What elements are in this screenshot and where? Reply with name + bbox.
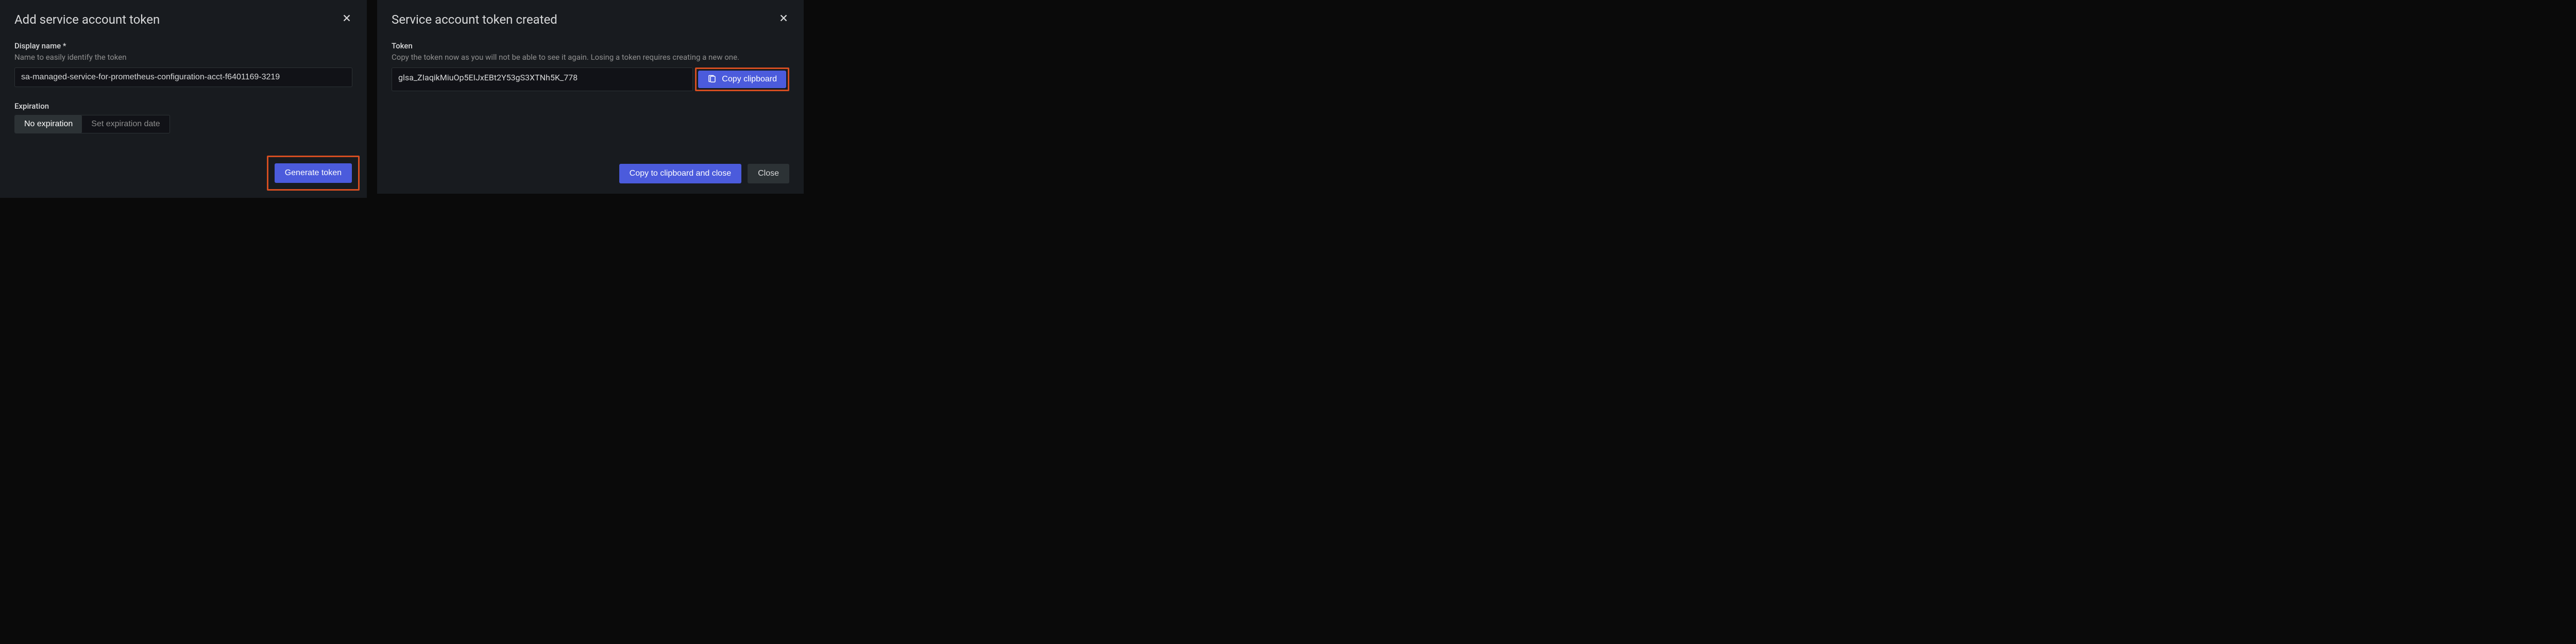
copy-clipboard-button[interactable]: Copy clipboard bbox=[698, 71, 786, 88]
expiration-option-date[interactable]: Set expiration date bbox=[82, 115, 169, 133]
close-button[interactable] bbox=[776, 10, 791, 27]
copy-and-close-button[interactable]: Copy to clipboard and close bbox=[619, 164, 741, 183]
display-name-label: Display name * bbox=[14, 41, 352, 50]
close-button[interactable] bbox=[339, 10, 354, 27]
display-name-section: Display name * Name to easily identify t… bbox=[14, 41, 352, 97]
add-token-modal: Add service account token Display name *… bbox=[0, 0, 367, 198]
close-icon bbox=[341, 12, 352, 24]
expiration-toggle: No expiration Set expiration date bbox=[14, 115, 170, 133]
display-name-help: Name to easily identify the token bbox=[14, 52, 352, 63]
expiration-label: Expiration bbox=[14, 101, 352, 111]
token-label: Token bbox=[392, 41, 789, 50]
modal-title: Add service account token bbox=[14, 12, 352, 27]
token-section: Token Copy the token now as you will not… bbox=[392, 41, 789, 91]
display-name-input[interactable] bbox=[14, 67, 352, 87]
copy-highlight: Copy clipboard bbox=[695, 67, 789, 91]
clipboard-icon bbox=[707, 75, 717, 84]
modal-footer: Copy to clipboard and close Close bbox=[619, 164, 789, 183]
token-row: glsa_ZIaqikMiuOp5EIJxEBt2Y53gS3XTNh5K_77… bbox=[392, 67, 789, 91]
modal-title: Service account token created bbox=[392, 12, 789, 27]
token-created-modal: Service account token created Token Copy… bbox=[377, 0, 804, 194]
copy-clipboard-label: Copy clipboard bbox=[722, 75, 777, 84]
token-help: Copy the token now as you will not be ab… bbox=[392, 52, 789, 63]
generate-highlight: Generate token bbox=[267, 156, 360, 191]
close-icon bbox=[778, 12, 789, 24]
expiration-option-none[interactable]: No expiration bbox=[15, 115, 82, 133]
close-text-button[interactable]: Close bbox=[748, 164, 789, 183]
expiration-section: Expiration No expiration Set expiration … bbox=[14, 101, 352, 133]
token-value[interactable]: glsa_ZIaqikMiuOp5EIJxEBt2Y53gS3XTNh5K_77… bbox=[392, 67, 693, 91]
generate-token-button[interactable]: Generate token bbox=[275, 163, 352, 183]
